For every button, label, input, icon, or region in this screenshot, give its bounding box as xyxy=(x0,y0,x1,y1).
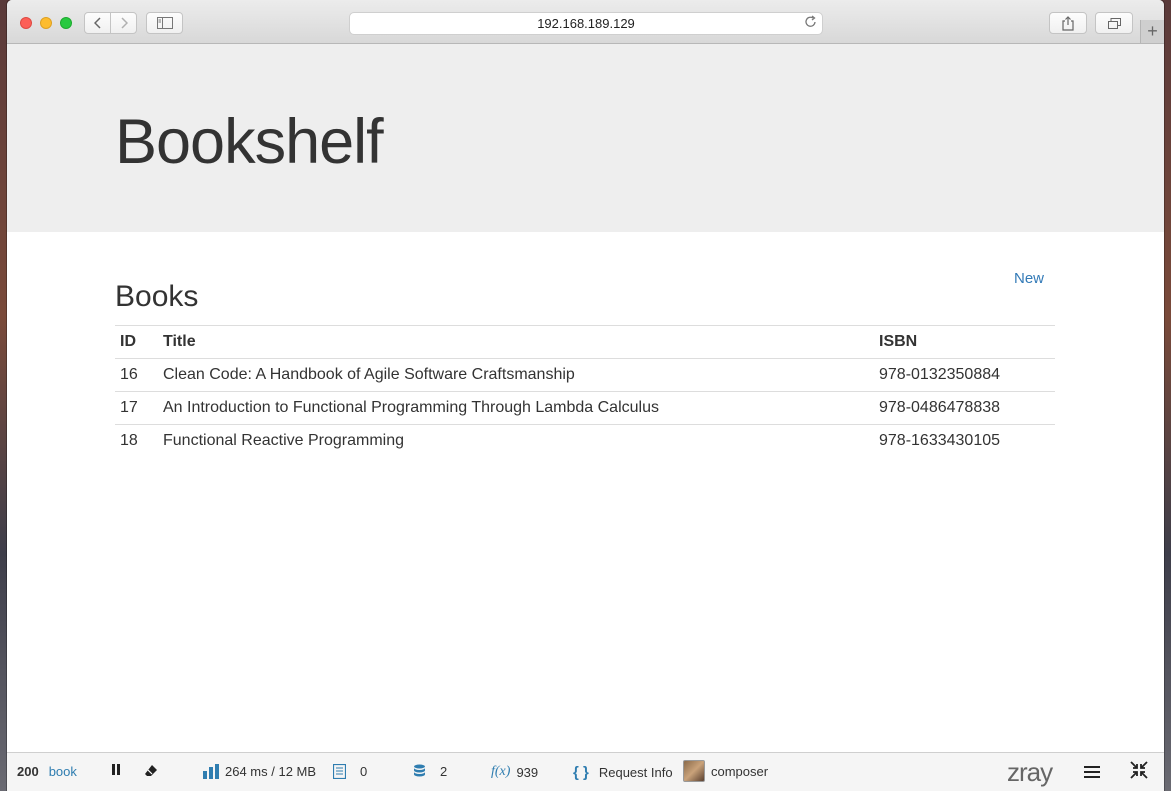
table-row[interactable]: 17 An Introduction to Functional Program… xyxy=(115,391,1055,425)
zray-logs[interactable]: 0 xyxy=(333,764,367,779)
braces-icon: { } xyxy=(573,764,589,781)
eraser-icon xyxy=(145,765,157,776)
back-button[interactable] xyxy=(84,12,111,34)
table-row[interactable]: 16 Clean Code: A Handbook of Agile Softw… xyxy=(115,358,1055,392)
log-count: 0 xyxy=(360,764,368,779)
collapse-icon[interactable] xyxy=(1130,761,1148,784)
zray-logo: zray xyxy=(1007,757,1053,787)
zray-request-status[interactable]: 200 book xyxy=(17,764,77,779)
jumbotron-header: Bookshelf xyxy=(7,44,1164,232)
bar-chart-icon xyxy=(203,764,219,779)
zray-functions[interactable]: f(x) 939 xyxy=(491,764,538,780)
page-name: book xyxy=(48,764,77,779)
log-document-icon xyxy=(333,764,346,779)
zray-user[interactable]: composer xyxy=(683,760,768,782)
column-header-title: Title xyxy=(158,325,874,359)
address-bar[interactable]: 192.168.189.129 xyxy=(349,12,823,35)
avatar xyxy=(683,760,705,782)
book-title: Clean Code: A Handbook of Agile Software… xyxy=(158,358,874,392)
site-title: Bookshelf xyxy=(115,107,384,177)
user-label: composer xyxy=(711,763,769,779)
book-isbn: 978-0486478838 xyxy=(874,391,1055,425)
reload-icon[interactable] xyxy=(805,15,817,31)
column-header-id: ID xyxy=(115,325,158,359)
close-window-button[interactable] xyxy=(20,17,32,29)
new-book-link[interactable]: New xyxy=(1014,270,1044,287)
table-header-row: ID Title ISBN xyxy=(115,325,1055,359)
function-icon: f(x) xyxy=(491,764,511,779)
book-isbn: 978-0132350884 xyxy=(874,358,1055,392)
section-title: Books xyxy=(115,280,199,313)
pause-button[interactable] xyxy=(111,764,121,775)
browser-window: 192.168.189.129 + Bookshelf New Books ID… xyxy=(7,0,1164,791)
book-title: An Introduction to Functional Programmin… xyxy=(158,391,874,425)
main-content: New Books ID Title ISBN 16 Clean Code: A… xyxy=(7,232,1164,752)
zray-database[interactable]: 2 xyxy=(413,764,447,779)
zray-timing[interactable]: 264 ms / 12 MB xyxy=(203,764,316,779)
forward-button[interactable] xyxy=(110,12,137,34)
show-tabs-button[interactable] xyxy=(1095,12,1133,34)
book-isbn: 978-1633430105 xyxy=(874,424,1055,457)
functions-count: 939 xyxy=(516,764,539,780)
chevron-left-icon xyxy=(93,17,101,29)
sidebar-toggle-button[interactable] xyxy=(146,12,183,34)
chevron-right-icon xyxy=(120,17,128,29)
status-code: 200 xyxy=(17,764,39,779)
book-id: 16 xyxy=(115,358,158,392)
share-button[interactable] xyxy=(1049,12,1087,34)
new-tab-button[interactable]: + xyxy=(1140,20,1164,43)
share-icon xyxy=(1062,15,1074,31)
zray-toolbar: 200 book 264 ms / 12 MB 0 2 f(x) 939 { }… xyxy=(7,752,1164,791)
browser-toolbar: 192.168.189.129 + xyxy=(7,0,1164,44)
table-row[interactable]: 18 Functional Reactive Programming 978-1… xyxy=(115,424,1055,457)
books-table: ID Title ISBN 16 Clean Code: A Handbook … xyxy=(115,325,1055,457)
column-header-isbn: ISBN xyxy=(874,325,1055,359)
clear-button[interactable] xyxy=(144,764,158,777)
book-title: Functional Reactive Programming xyxy=(158,424,874,457)
zray-request-info[interactable]: { } Request Info xyxy=(573,764,673,781)
request-info-label: Request Info xyxy=(598,765,673,780)
pause-icon xyxy=(112,764,120,775)
url-text: 192.168.189.129 xyxy=(537,16,635,31)
db-count: 2 xyxy=(440,764,448,779)
database-icon xyxy=(414,764,425,777)
book-id: 17 xyxy=(115,391,158,425)
maximize-window-button[interactable] xyxy=(60,17,72,29)
minimize-window-button[interactable] xyxy=(40,17,52,29)
book-id: 18 xyxy=(115,424,158,457)
timing-value: 264 ms / 12 MB xyxy=(225,764,317,779)
hamburger-menu-icon[interactable] xyxy=(1084,762,1100,783)
tabs-icon xyxy=(1107,17,1121,29)
sidebar-icon xyxy=(156,17,173,29)
